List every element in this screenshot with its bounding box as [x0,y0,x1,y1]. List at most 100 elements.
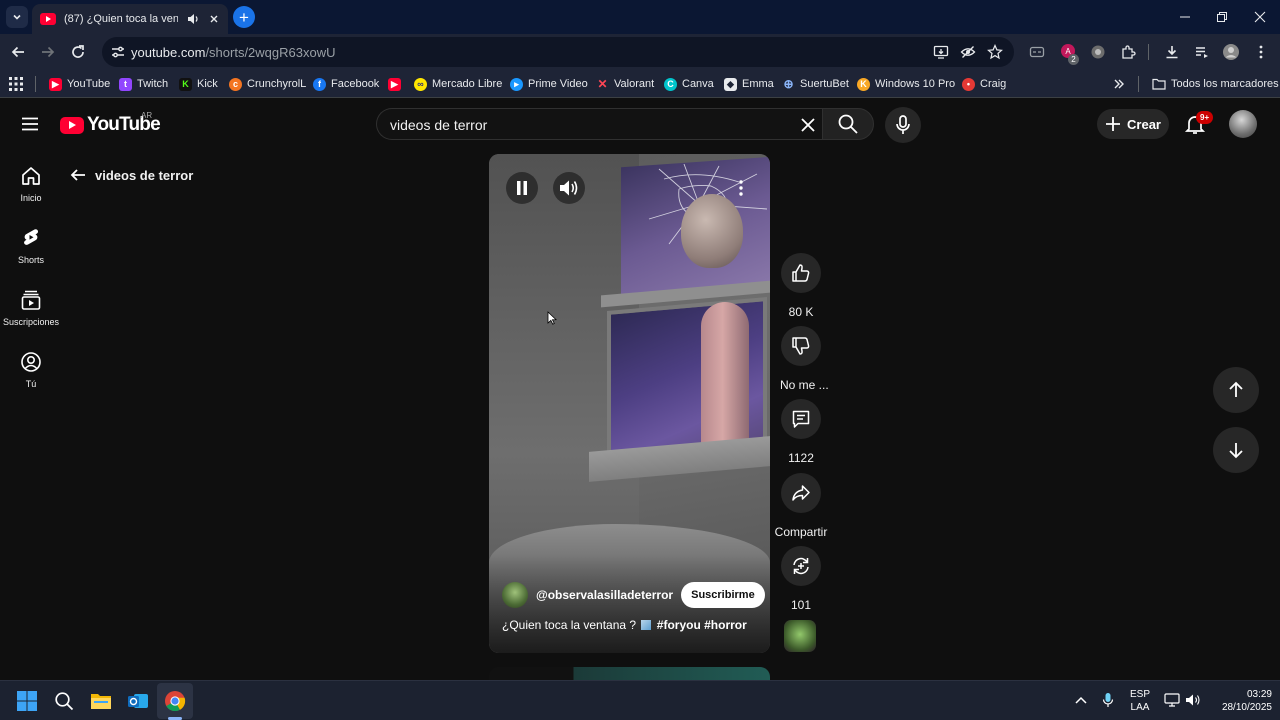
taskbar-search-button[interactable] [52,689,76,713]
back-to-search-link[interactable]: videos de terror [69,166,193,184]
reload-button[interactable] [68,42,88,62]
search-input[interactable]: videos de terror [390,117,487,133]
eye-off-icon[interactable] [960,44,976,60]
sidebar-item-home[interactable]: Inicio [0,163,62,219]
previous-short-button[interactable] [1213,367,1259,413]
downloads-button[interactable] [1162,42,1182,62]
bookmarks-divider-2 [1138,76,1139,92]
chevron-up-icon[interactable] [1075,695,1087,705]
emoji-square-icon [641,620,652,630]
apps-grid-icon[interactable] [9,77,23,91]
bookmark-youtube[interactable]: ▶ YouTube [49,76,110,92]
bookmark-craig[interactable]: • Craig [962,76,1006,92]
more-vertical-icon [1259,45,1263,59]
extensions-button[interactable] [1118,42,1138,62]
bookmark-label: YouTube [67,78,111,90]
bookmark-canva[interactable]: C Canva [664,76,714,92]
download-icon [1166,46,1178,59]
video-more-options[interactable] [733,176,749,200]
page-scrollbar[interactable] [1268,151,1280,680]
url-text[interactable]: youtube.com/shorts/2wqgR63xowU [131,45,336,60]
close-window-button[interactable] [1241,0,1279,34]
bookmark-suertubet[interactable]: ⊕ SuertuBet [782,76,848,92]
search-box[interactable]: videos de terror [376,108,822,140]
remix-button[interactable] [781,546,821,586]
star-icon[interactable] [987,44,1003,60]
search-button[interactable] [822,108,874,140]
volume-button[interactable] [553,172,585,204]
shorts-icon [24,229,39,245]
address-bar[interactable]: youtube.com/shorts/2wqgR63xowU [102,37,1014,67]
bookmark-crunchyroll[interactable]: c CrunchyrolL [229,76,306,92]
bookmark-valorant[interactable]: ✕ Valorant [596,76,654,92]
puzzle-icon [1122,45,1136,59]
valorant-icon: ✕ [597,77,608,91]
like-button[interactable] [781,253,821,293]
subscribe-button[interactable]: Suscribirme [681,582,765,608]
bookmark-label: Canva [682,78,714,90]
comments-button[interactable] [781,399,821,439]
chrome-menu-button[interactable] [1251,42,1271,62]
sidebar-item-you[interactable]: Tú [0,349,62,405]
next-short-button[interactable] [1213,427,1259,473]
microphone-tray-icon[interactable] [1102,692,1114,708]
forward-button[interactable] [38,42,58,62]
dislike-button[interactable] [781,326,821,366]
media-controls-button[interactable] [1192,42,1212,62]
clear-search-icon[interactable] [798,115,818,135]
thumbs-up-icon [792,264,810,282]
extension-button-1[interactable] [1027,42,1047,62]
site-info-icon[interactable] [110,44,126,60]
speaker-icon[interactable] [186,12,200,26]
network-icon[interactable] [1164,693,1180,707]
clock[interactable]: 03:29 28/10/2025 [1206,688,1272,714]
bookmark-facebook[interactable]: f Facebook [313,76,379,92]
url-domain: youtube.com [131,45,206,60]
back-button[interactable] [8,42,28,62]
sidebar-item-subscriptions[interactable]: Suscripciones [0,287,62,343]
bookmark-kick[interactable]: K Kick [179,76,218,92]
tab-close-icon[interactable] [208,13,220,25]
bookmark-label: Kick [197,78,218,90]
extension-button-3[interactable] [1088,42,1108,62]
chrome-taskbar-button[interactable] [163,689,187,713]
sidebar-item-shorts[interactable]: Shorts [0,225,62,281]
tab-search-button[interactable] [6,6,28,28]
arrow-right-icon [42,46,55,58]
channel-avatar[interactable] [502,582,528,608]
new-tab-button[interactable]: + [233,6,255,28]
shorts-video-player[interactable]: @observalasilladeterror Suscribirme ¿Qui… [489,154,770,653]
next-short-preview[interactable] [489,667,770,680]
start-button[interactable] [15,689,39,713]
all-bookmarks-folder[interactable]: Todos los marcadores [1152,76,1279,92]
bookmark-windows-10-pro[interactable]: K Windows 10 Pro [857,76,955,92]
arrow-left-icon [70,169,85,181]
bookmarks-overflow-icon[interactable] [1113,78,1125,90]
file-explorer-button[interactable] [89,689,113,713]
install-app-icon[interactable] [933,44,949,60]
profile-avatar-icon [1223,44,1239,60]
outlook-button[interactable] [126,689,150,713]
sound-thumbnail[interactable] [784,620,816,652]
bookmark-prime-video[interactable]: ▸ Prime Video [510,76,588,92]
create-button[interactable]: Crear [1097,109,1169,139]
voice-search-button[interactable] [885,107,921,143]
bookmark-label: Valorant [614,78,655,90]
clock-date: 28/10/2025 [1221,702,1272,713]
minimize-button[interactable] [1166,0,1204,34]
pause-button[interactable] [506,172,538,204]
bookmark-emma[interactable]: ◆ Emma [724,76,774,92]
restore-button[interactable] [1203,0,1241,34]
menu-icon[interactable] [20,116,40,132]
account-avatar[interactable] [1229,110,1257,138]
browser-tab[interactable]: (87) ¿Quien toca la ventana ? [32,4,228,34]
bookmark-mercado-libre[interactable]: ∞ Mercado Libre [414,76,502,92]
bookmark-twitch[interactable]: t Twitch [119,76,168,92]
channel-name[interactable]: @observalasilladeterror [536,588,673,602]
bookmark-youtube-2[interactable]: ▶ [388,76,406,92]
input-language[interactable]: ESP LAA [1128,688,1152,714]
profile-button[interactable] [1221,42,1241,62]
caption-hashtags[interactable]: #foryou #horror [657,618,747,632]
share-button[interactable] [781,473,821,513]
volume-tray-icon[interactable] [1185,693,1201,707]
